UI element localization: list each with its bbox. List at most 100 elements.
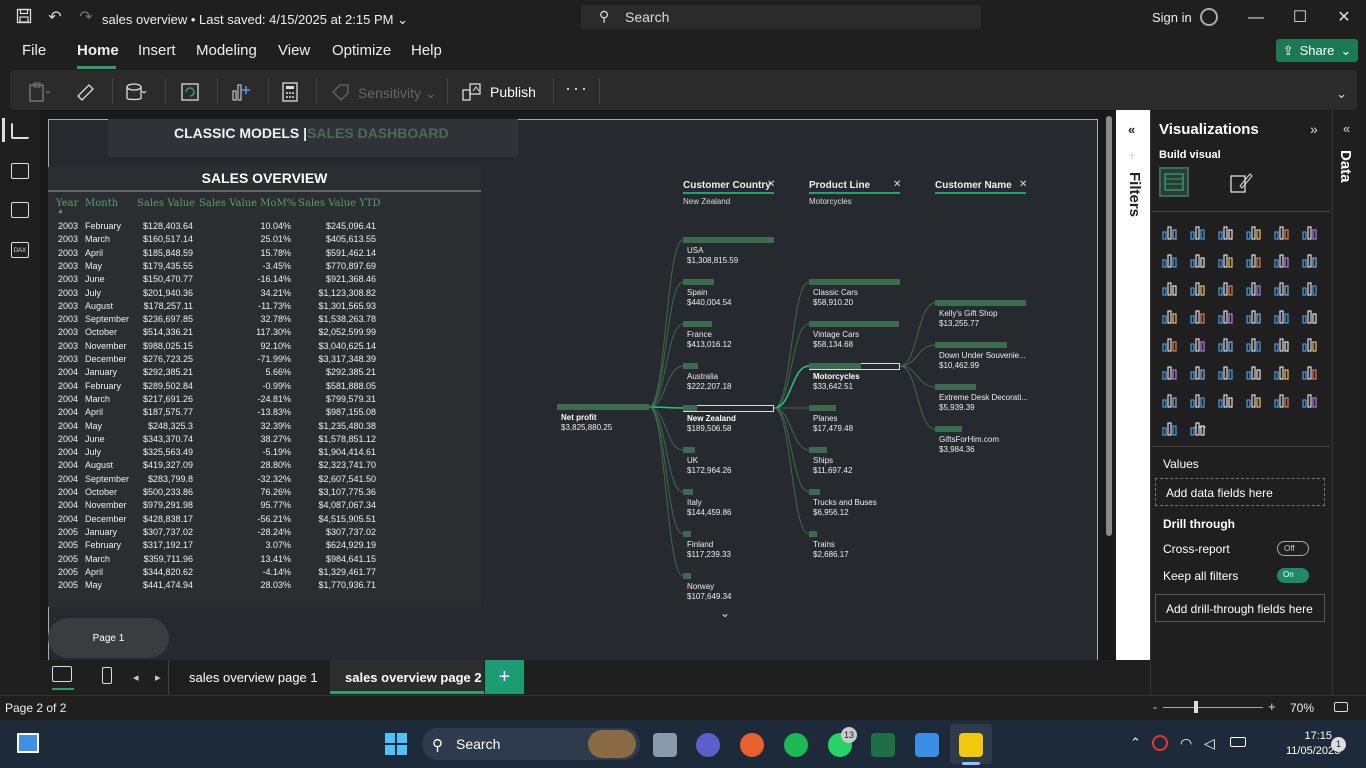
visual-type-icon[interactable]	[1217, 335, 1235, 353]
visual-type-icon[interactable]	[1301, 223, 1319, 241]
visual-type-icon[interactable]	[1273, 363, 1291, 381]
visual-type-icon[interactable]	[1245, 307, 1263, 325]
tab-sales-overview-page-1[interactable]: sales overview page 1	[189, 670, 318, 685]
tree-node-bar[interactable]	[683, 363, 699, 369]
visual-type-icon[interactable]	[1273, 251, 1291, 269]
notification-center-badge[interactable]: 1	[1331, 737, 1346, 752]
zoom-slider[interactable]	[1163, 707, 1263, 708]
tree-node-bar[interactable]	[809, 447, 828, 453]
root-node-bar[interactable]	[557, 404, 649, 410]
visual-type-icon[interactable]	[1161, 335, 1179, 353]
values-well[interactable]: Add data fields here	[1155, 478, 1325, 506]
visual-type-icon[interactable]	[1189, 335, 1207, 353]
tree-node-bar[interactable]	[935, 384, 976, 390]
visual-type-icon[interactable]	[1301, 251, 1319, 269]
visual-type-icon[interactable]	[1161, 223, 1179, 241]
tree-node-bar[interactable]	[809, 279, 900, 285]
firefox-icon[interactable]	[740, 733, 764, 757]
visual-type-icon[interactable]	[1301, 363, 1319, 381]
visual-type-icon[interactable]	[1217, 363, 1235, 381]
tab-sales-overview-page-2[interactable]: sales overview page 2	[345, 670, 482, 685]
start-icon[interactable]	[384, 732, 408, 756]
tree-node-bar[interactable]	[809, 321, 900, 327]
volume-icon[interactable]: ◁	[1204, 735, 1215, 752]
visual-type-icon[interactable]	[1273, 279, 1291, 297]
visual-type-icon[interactable]	[1301, 391, 1319, 409]
visual-type-icon[interactable]	[1217, 223, 1235, 241]
collapse-visualizations-icon[interactable]: »	[1310, 121, 1318, 137]
show-hidden-icons[interactable]: ⌃	[1130, 735, 1141, 751]
widgets-icon[interactable]	[17, 733, 39, 753]
zoom-in-icon[interactable]: +	[1268, 699, 1276, 714]
visual-type-icon[interactable]	[1161, 363, 1179, 381]
desktop-layout-icon[interactable]	[52, 666, 72, 682]
visual-type-icon[interactable]	[1245, 223, 1263, 241]
visual-type-icon[interactable]	[1161, 251, 1179, 269]
tree-node-bar[interactable]	[935, 426, 963, 432]
tree-node-bar[interactable]	[683, 237, 774, 243]
visual-type-icon[interactable]	[1189, 307, 1207, 325]
visual-type-icon[interactable]	[1245, 251, 1263, 269]
clock[interactable]: 17:15 11/05/2025	[1286, 729, 1340, 759]
zoom-level[interactable]: 70%	[1290, 701, 1314, 715]
sync-icon[interactable]	[1152, 735, 1168, 751]
visual-type-icon[interactable]	[1273, 307, 1291, 325]
visual-type-icon[interactable]	[1161, 419, 1179, 437]
cross-report-toggle[interactable]: Off	[1277, 541, 1309, 556]
expand-data-icon[interactable]: «	[1343, 121, 1350, 136]
next-page-icon[interactable]: ▸	[155, 671, 161, 684]
previous-page-icon[interactable]: ◂	[133, 671, 139, 684]
visual-type-icon[interactable]	[1189, 279, 1207, 297]
drill-through-well[interactable]: Add drill-through fields here	[1155, 594, 1325, 622]
spotify-icon[interactable]	[784, 733, 808, 757]
visual-type-icon[interactable]	[1245, 391, 1263, 409]
zoom-out-icon[interactable]: -	[1153, 700, 1157, 714]
visual-type-icon[interactable]	[1189, 391, 1207, 409]
visual-type-icon[interactable]	[1301, 279, 1319, 297]
visual-type-icon[interactable]	[1273, 335, 1291, 353]
mobile-layout-icon[interactable]	[102, 667, 112, 684]
excel-icon[interactable]	[871, 733, 895, 757]
visual-type-icon[interactable]	[1189, 223, 1207, 241]
visual-type-icon[interactable]	[1161, 307, 1179, 325]
tree-node-bar[interactable]	[809, 489, 820, 495]
visual-type-icon[interactable]	[1217, 391, 1235, 409]
visual-type-icon[interactable]	[1161, 279, 1179, 297]
visual-type-icon[interactable]	[1301, 307, 1319, 325]
power-bi-icon[interactable]	[959, 733, 983, 757]
wifi-icon[interactable]: ◠	[1180, 735, 1192, 752]
fit-to-page-icon[interactable]	[1334, 702, 1348, 712]
teams-icon[interactable]	[696, 733, 720, 757]
tree-node-bar[interactable]	[683, 405, 774, 412]
add-page-button[interactable]: +	[485, 660, 524, 694]
photos-icon[interactable]	[915, 733, 939, 757]
task-view-icon[interactable]	[653, 733, 677, 757]
tree-node-bar[interactable]	[683, 531, 692, 537]
collapse-filters-icon[interactable]: «	[1128, 122, 1135, 137]
visual-type-icon[interactable]	[1217, 251, 1235, 269]
tree-node-bar[interactable]	[683, 321, 713, 327]
tree-node-bar[interactable]	[683, 573, 691, 579]
visual-type-icon[interactable]	[1161, 391, 1179, 409]
build-visual-tab[interactable]	[1159, 167, 1189, 197]
tree-node-bar[interactable]	[935, 342, 1007, 348]
visual-type-icon[interactable]	[1217, 307, 1235, 325]
tree-node-bar[interactable]	[809, 405, 837, 411]
visual-type-icon[interactable]	[1245, 363, 1263, 381]
tree-node-bar[interactable]	[683, 489, 693, 495]
visual-type-icon[interactable]	[1273, 223, 1291, 241]
data-pane[interactable]	[1332, 110, 1366, 695]
battery-icon[interactable]	[1230, 737, 1246, 747]
chevron-down-icon[interactable]: ⌄	[720, 606, 730, 620]
tree-node-bar[interactable]	[935, 300, 1026, 306]
visual-type-icon[interactable]	[1273, 391, 1291, 409]
tree-node-bar[interactable]	[683, 279, 714, 285]
visual-type-icon[interactable]	[1189, 363, 1207, 381]
visual-type-icon[interactable]	[1245, 335, 1263, 353]
tree-node-bar[interactable]	[809, 531, 817, 537]
visual-type-icon[interactable]	[1245, 279, 1263, 297]
tree-node-bar[interactable]	[683, 447, 695, 453]
keep-all-filters-toggle[interactable]: On	[1277, 568, 1309, 583]
visual-type-icon[interactable]	[1189, 251, 1207, 269]
format-visual-icon[interactable]	[1228, 170, 1254, 196]
